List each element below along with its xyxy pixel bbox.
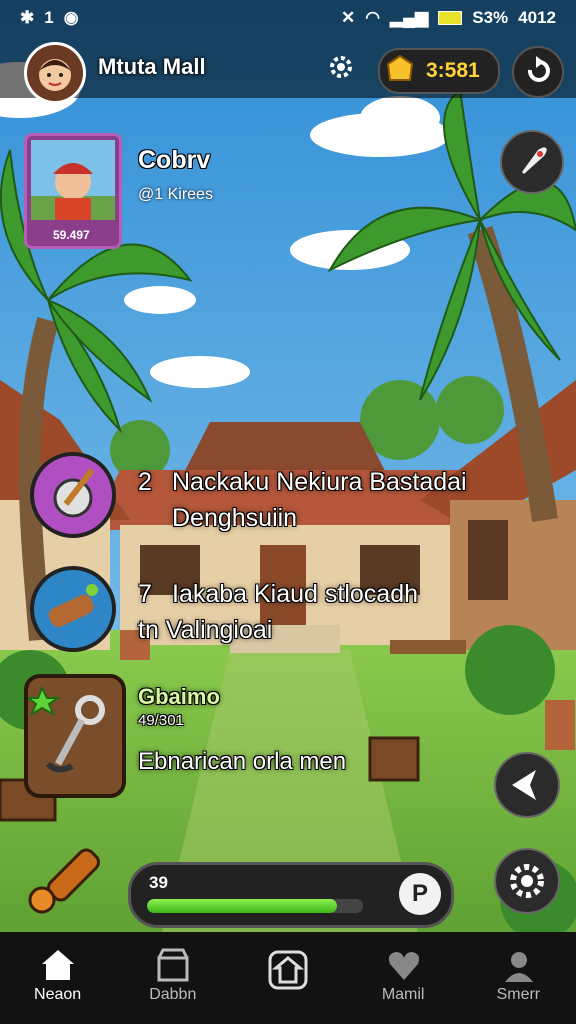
settings-button[interactable] [494, 848, 560, 914]
quest-title: Iakaba Kiaud stlocadh [172, 580, 419, 608]
battery-percent: S3% [472, 8, 509, 27]
tool-title: Gbaimo [138, 684, 220, 709]
quest-number: 2 [138, 468, 152, 496]
wrench-icon [25, 685, 105, 773]
status-count: 1 [44, 8, 54, 27]
clock: 4012 [518, 8, 556, 27]
tool-count: 49/301 [138, 712, 184, 729]
coin-value: 3:581 [426, 59, 480, 82]
player-avatar[interactable] [24, 42, 86, 104]
quest-title: Nackaku Nekiura Bastadai [172, 468, 467, 496]
nav-favorites[interactable]: Mamil [346, 932, 461, 1024]
store-icon [157, 948, 189, 982]
battery-icon [438, 11, 463, 25]
coin-icon [386, 54, 414, 81]
gear-icon[interactable] [326, 52, 356, 82]
game-header: Mtuta Mall 3:581 [0, 36, 576, 104]
home-icon [42, 950, 74, 980]
quest-icon-paint[interactable] [30, 452, 116, 538]
nav-label: Mamil [381, 986, 425, 1003]
gear-icon [510, 864, 544, 898]
wifi-icon: ◠ [365, 8, 381, 27]
nav-label: Smerr [496, 986, 541, 1003]
rocket-icon [522, 147, 547, 174]
quest-icon-wood[interactable] [30, 566, 116, 652]
nav-label: Neaon [34, 986, 82, 1003]
coin-counter[interactable]: 3:581 [378, 48, 500, 94]
progress-panel: 39 P [128, 862, 454, 928]
flashlight-icon[interactable] [20, 830, 110, 920]
progress-action-button[interactable]: P [399, 873, 441, 915]
mall-title: Mtuta Mall [98, 54, 206, 79]
nav-label: Dabbn [149, 986, 197, 1003]
back-button[interactable] [494, 752, 560, 818]
profile-badge: 59.497 [53, 228, 90, 242]
bluetooth-icon: ✱ [20, 8, 35, 27]
arrow-left-icon [512, 770, 536, 800]
tool-caption: Ebnarican orla men [138, 748, 347, 775]
status-bar: ✱ 1 ◉ ✕ ◠ ▂▄▆ S3% 4012 [0, 0, 576, 36]
brush-icon [53, 468, 95, 518]
map-icon [268, 950, 308, 990]
bottom-nav: Neaon Dabbn Mamil Smerr [0, 932, 576, 1024]
signal-icon: ▂▄▆ [390, 8, 429, 27]
refresh-button[interactable] [512, 46, 564, 98]
quest-subtitle: tn Valingioai [138, 616, 273, 644]
nav-map[interactable] [230, 932, 345, 1024]
circle-icon: ◉ [63, 8, 79, 27]
log-icon [48, 584, 98, 627]
profile-subtitle: @1 Kirees [138, 186, 213, 203]
profile-icon [504, 952, 533, 982]
profile-name: Cobrv [138, 146, 211, 174]
quest-subtitle: Denghsuiin [172, 504, 298, 532]
progress-label: 39 [149, 873, 168, 892]
progress-bar [147, 899, 363, 913]
profile-card[interactable]: 59.497 [24, 133, 122, 249]
rocket-button[interactable] [500, 130, 564, 194]
quest-number: 7 [138, 580, 152, 608]
nav-home[interactable]: Neaon [0, 932, 115, 1024]
heart-icon [388, 952, 419, 980]
nav-profile[interactable]: Smerr [461, 932, 576, 1024]
tool-card[interactable] [24, 674, 126, 798]
refresh-icon [527, 56, 550, 82]
progress-fill [147, 899, 338, 913]
mute-icon: ✕ [340, 8, 356, 27]
nav-store[interactable]: Dabbn [115, 932, 230, 1024]
